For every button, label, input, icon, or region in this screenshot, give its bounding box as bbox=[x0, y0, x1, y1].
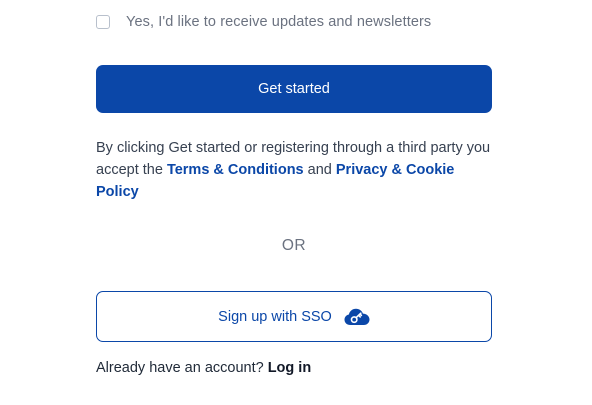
newsletter-checkbox[interactable] bbox=[96, 15, 110, 29]
newsletter-label: Yes, I'd like to receive updates and new… bbox=[126, 14, 432, 30]
sso-button-label: Sign up with SSO bbox=[218, 308, 332, 325]
login-prompt: Already have an account? Log in bbox=[96, 360, 311, 376]
sso-button[interactable]: Sign up with SSO bbox=[96, 291, 492, 342]
login-link[interactable]: Log in bbox=[268, 360, 312, 376]
get-started-button[interactable]: Get started bbox=[96, 65, 492, 113]
newsletter-option[interactable]: Yes, I'd like to receive updates and new… bbox=[96, 14, 431, 30]
or-divider: OR bbox=[281, 237, 307, 254]
legal-notice: By clicking Get started or registering t… bbox=[96, 137, 496, 203]
cloud-key-icon bbox=[344, 308, 370, 326]
legal-conjunction: and bbox=[303, 162, 336, 178]
signup-form: Yes, I'd like to receive updates and new… bbox=[0, 0, 592, 405]
login-prompt-text: Already have an account? bbox=[96, 360, 264, 376]
terms-link[interactable]: Terms & Conditions bbox=[167, 162, 304, 178]
